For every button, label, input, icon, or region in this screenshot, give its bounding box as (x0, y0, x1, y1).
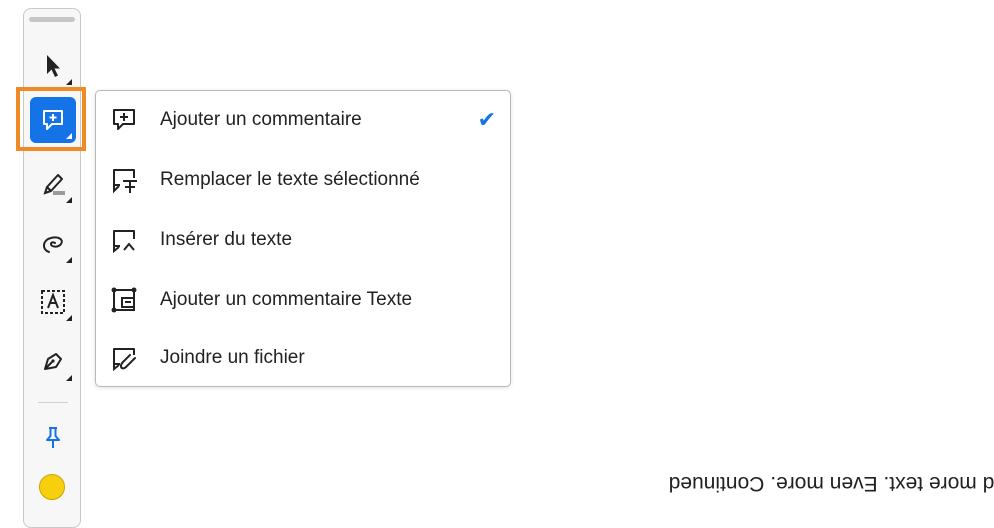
toolbar-drag-handle[interactable] (29, 17, 75, 22)
menu-item-insert-text[interactable]: Insérer du texte (96, 211, 510, 271)
highlighter-icon (39, 171, 67, 197)
pen-nib-icon (39, 349, 67, 375)
draw-tool-button[interactable] (30, 221, 76, 267)
menu-item-add-comment[interactable]: Ajouter un commentaire ✔ (96, 91, 510, 151)
active-tool-highlight (16, 87, 86, 151)
checkmark-icon: ✔ (477, 107, 496, 132)
expand-corner-icon (66, 315, 72, 321)
highlight-tool-button[interactable] (30, 161, 76, 207)
expand-corner-icon (66, 257, 72, 263)
attach-file-icon (109, 343, 139, 373)
annotation-toolbar (23, 8, 81, 528)
signature-tool-button[interactable] (30, 339, 76, 385)
text-box-icon (39, 288, 67, 316)
document-body-text: nd more text. Even more. Continued (668, 472, 994, 495)
menu-item-replace-text[interactable]: Remplacer le texte sélectionné (96, 151, 510, 211)
menu-item-add-text-comment[interactable]: Ajouter un commentaire Texte (96, 271, 510, 331)
select-tool-button[interactable] (30, 43, 76, 89)
menu-item-label: Ajouter un commentaire Texte (160, 289, 413, 310)
lasso-icon (39, 232, 67, 256)
menu-item-label: Remplacer le texte sélectionné (160, 169, 420, 190)
menu-item-label: Joindre un fichier (160, 347, 305, 368)
comment-insert-text-icon (109, 225, 139, 255)
expand-corner-icon (66, 79, 72, 85)
text-comment-icon (109, 285, 139, 315)
expand-corner-icon (66, 375, 72, 381)
pushpin-icon (42, 425, 64, 451)
menu-item-attach-file[interactable]: Joindre un fichier (96, 329, 510, 389)
menu-item-label: Ajouter un commentaire (160, 109, 362, 130)
comment-tool-menu: Ajouter un commentaire ✔ Remplacer le te… (95, 90, 511, 387)
color-swatch[interactable] (39, 474, 65, 500)
toolbar-divider (38, 402, 68, 403)
menu-item-label: Insérer du texte (160, 229, 293, 250)
comment-replace-text-icon (109, 165, 139, 195)
comment-plus-icon (109, 105, 139, 135)
text-box-tool-button[interactable] (30, 279, 76, 325)
arrow-pointer-icon (42, 53, 64, 79)
expand-corner-icon (66, 197, 72, 203)
pin-tool-button[interactable] (30, 415, 76, 461)
